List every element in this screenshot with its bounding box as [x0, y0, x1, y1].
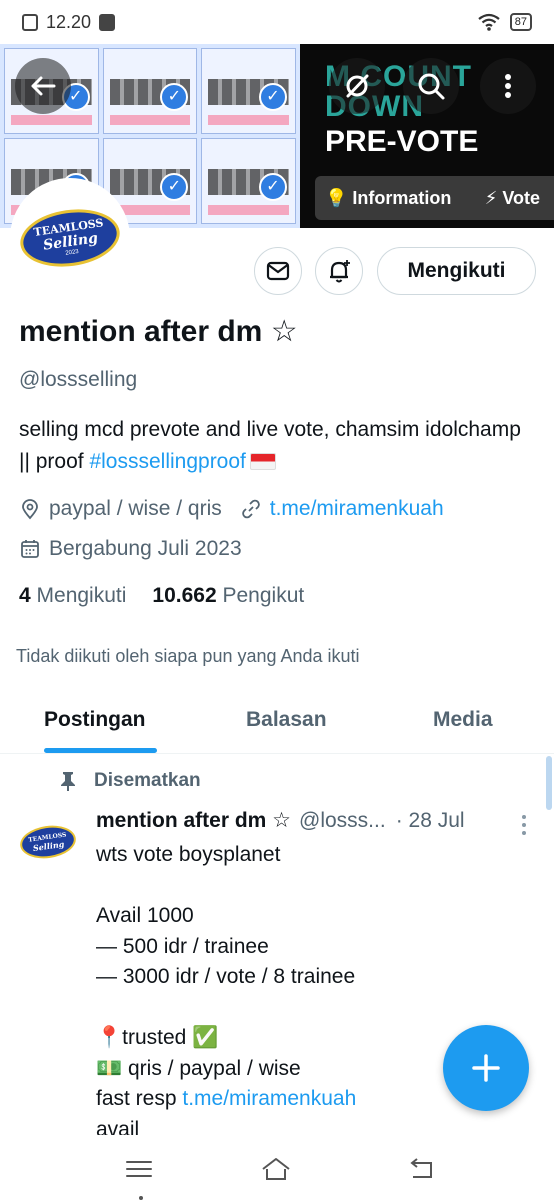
- check-icon: ✓: [258, 173, 287, 201]
- post-author-name[interactable]: mention after dm ☆: [96, 808, 291, 833]
- following-count: 4: [19, 584, 31, 607]
- post-author-handle: @losss...: [299, 808, 386, 832]
- status-time: 12.20: [46, 11, 92, 32]
- banner-tile: ✓: [201, 138, 296, 224]
- following-button[interactable]: Mengikuti: [377, 247, 536, 295]
- scrollbar[interactable]: [546, 756, 552, 810]
- banner-tile: ✓: [102, 48, 198, 134]
- message-button[interactable]: [254, 247, 302, 295]
- post-body-link[interactable]: t.me/miramenkuah: [182, 1087, 356, 1110]
- follow-stats: 4 Mengikuti 10.662 Pengikut: [19, 584, 304, 608]
- following-label: Mengikuti: [36, 584, 127, 607]
- home-icon[interactable]: [260, 1153, 292, 1185]
- grok-button[interactable]: [329, 58, 385, 114]
- banner-title-line3: PRE-VOTE: [325, 125, 479, 158]
- notification-icon: [99, 13, 116, 31]
- location-text: paypal / wise / qris: [49, 497, 222, 520]
- more-options-button[interactable]: [480, 58, 536, 114]
- envelope-icon: [266, 261, 290, 281]
- active-tab-indicator: [44, 748, 157, 753]
- notify-button[interactable]: [315, 247, 363, 295]
- back-button[interactable]: [15, 58, 71, 114]
- followers-count: 10.662: [152, 584, 217, 607]
- system-nav-bar: [0, 1135, 554, 1200]
- bell-plus-icon: [330, 260, 350, 283]
- joined-text: Bergabung Juli 2023: [49, 537, 242, 560]
- followers-stat[interactable]: 10.662 Pengikut: [152, 584, 304, 608]
- compose-button[interactable]: [443, 1025, 529, 1111]
- back-nav-icon[interactable]: [405, 1153, 437, 1185]
- status-bar: 12.20 87: [0, 0, 554, 44]
- tab-media[interactable]: Media: [433, 708, 493, 732]
- post-body[interactable]: wts vote boysplanet Avail 1000 — 500 idr…: [96, 840, 516, 1145]
- pinned-label: Disematkan: [60, 770, 201, 792]
- pin-icon: [61, 772, 75, 791]
- check-icon: ✓: [160, 173, 189, 201]
- post-body-text: wts vote boysplanet Avail 1000 — 500 idr…: [96, 843, 356, 1110]
- post-more-icon[interactable]: [514, 812, 534, 838]
- plus-icon: [472, 1054, 500, 1082]
- banner-tab-information: 💡 Information: [325, 187, 452, 208]
- profile-bio: selling mcd prevote and live vote, chams…: [19, 414, 534, 478]
- sim-icon: [22, 13, 38, 31]
- indonesia-flag-icon: [249, 453, 276, 470]
- link-icon: [241, 499, 260, 519]
- website-link[interactable]: t.me/miramenkuah: [270, 497, 444, 521]
- not-followed-notice: Tidak diikuti oleh siapa pun yang Anda i…: [16, 646, 360, 666]
- post-header: mention after dm ☆ @losss... · 28 Jul: [96, 808, 536, 833]
- logo-line3: 2023: [64, 248, 80, 257]
- menu-icon[interactable]: [123, 1153, 155, 1185]
- location-pin-icon: [22, 499, 38, 520]
- followers-label: Pengikut: [222, 584, 305, 607]
- profile-meta-location: paypal / wise / qris t.me/miramenkuah: [19, 497, 444, 521]
- teamloss-logo-small: TEAMLOSS Selling: [18, 822, 78, 862]
- following-stat[interactable]: 4 Mengikuti: [19, 584, 126, 608]
- calendar-icon: [21, 540, 39, 558]
- banner-tile: ✓: [201, 48, 296, 134]
- battery-indicator: 87: [509, 13, 532, 31]
- banner-tab-bar: 💡 Information ⚡ Vote: [315, 176, 554, 220]
- profile-avatar[interactable]: TEAMLOSS Selling 2023: [10, 178, 130, 298]
- post-avatar[interactable]: TEAMLOSS Selling: [18, 812, 78, 872]
- profile-meta-joined: Bergabung Juli 2023: [19, 537, 242, 561]
- more-vertical-icon: [505, 74, 511, 98]
- post-date[interactable]: · 28 Jul: [396, 809, 465, 833]
- teamloss-logo: TEAMLOSS Selling 2023: [16, 203, 124, 273]
- profile-tabs: Postingan Balasan Media: [0, 692, 554, 754]
- profile-name: mention after dm ☆: [19, 315, 298, 348]
- tab-balasan[interactable]: Balasan: [246, 708, 327, 732]
- check-icon: ✓: [258, 83, 287, 111]
- tab-postingan[interactable]: Postingan: [44, 708, 146, 732]
- profile-handle: @lossselling: [19, 368, 138, 391]
- search-button[interactable]: [403, 58, 459, 114]
- grok-icon: [346, 74, 369, 98]
- search-icon: [418, 73, 445, 100]
- check-icon: ✓: [160, 83, 189, 111]
- wifi-icon: [478, 13, 500, 31]
- arrow-left-icon: [31, 76, 56, 96]
- bio-hashtag-link[interactable]: #losssellingproof: [89, 450, 245, 473]
- nav-indicator-dot: [139, 1196, 143, 1200]
- banner-tab-vote: ⚡ Vote: [484, 187, 540, 208]
- pinned-text: Disematkan: [94, 770, 201, 791]
